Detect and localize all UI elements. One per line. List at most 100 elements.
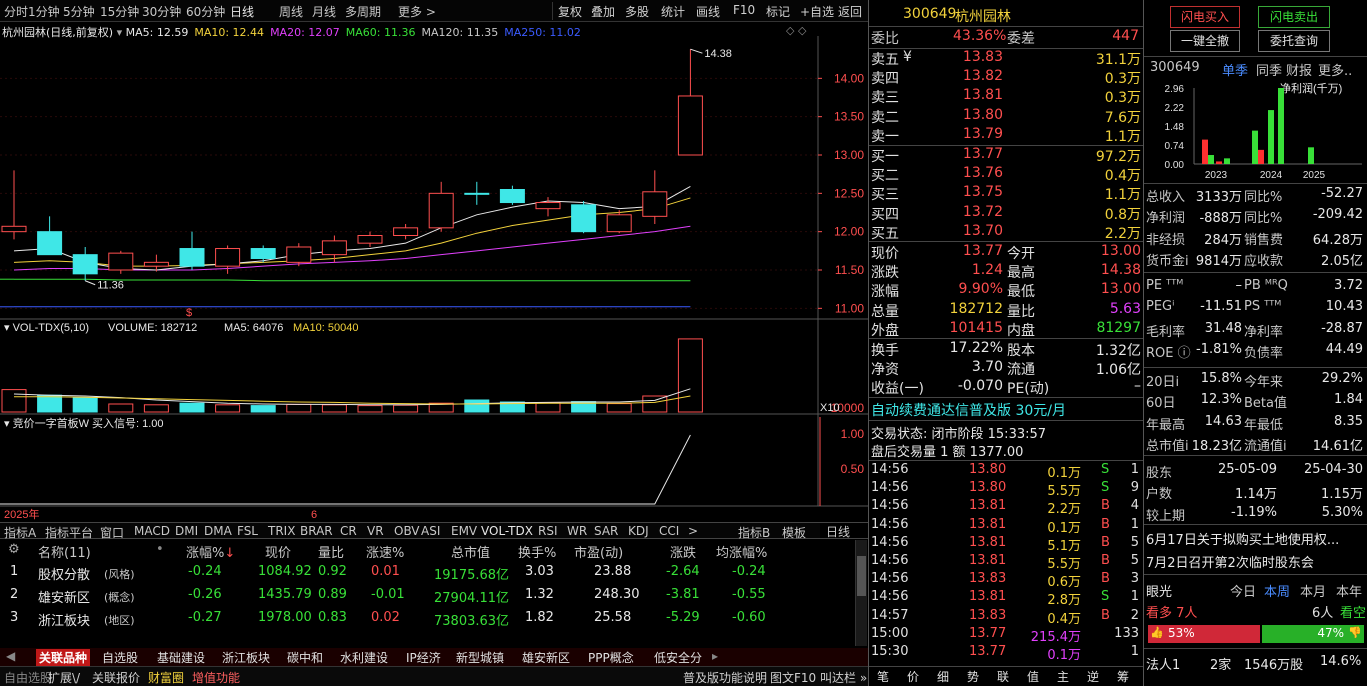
table-row[interactable]: 3 浙江板块 (地区) -0.27 1978.00 0.83 0.02 73803.63亿 1.… bbox=[0, 608, 860, 630]
status-item[interactable]: 关联报价 bbox=[92, 669, 140, 686]
sector-tab[interactable]: 浙江板块 bbox=[222, 649, 270, 666]
indicator-tab[interactable]: > bbox=[688, 524, 698, 538]
quote-tab[interactable]: 值 bbox=[1027, 668, 1039, 685]
indicator-tab[interactable]: 窗口 bbox=[100, 524, 124, 541]
indicator-tab[interactable]: VR bbox=[367, 524, 384, 538]
f10-tab[interactable]: 单季 bbox=[1222, 60, 1248, 79]
indicator-tab[interactable]: 指标平台 bbox=[45, 524, 93, 541]
period-tab[interactable]: 5分钟 bbox=[63, 3, 95, 20]
f10-tab[interactable]: 更多.. bbox=[1318, 60, 1352, 79]
sector-tab[interactable]: IP经济 bbox=[406, 649, 441, 666]
sector-tab[interactable]: 关联品种 bbox=[36, 649, 91, 666]
indicator-tab[interactable]: 指标A bbox=[4, 524, 36, 541]
col-header[interactable]: 涨幅%↓ bbox=[186, 542, 235, 561]
tool-button[interactable]: 统计 bbox=[661, 3, 685, 20]
vision-tab[interactable]: 本月 bbox=[1300, 581, 1326, 600]
indicator-tab[interactable]: FSL bbox=[237, 524, 258, 538]
book-row[interactable]: 买二 13.76 0.4万 bbox=[869, 165, 1143, 184]
book-row[interactable]: 买四 13.72 0.8万 bbox=[869, 204, 1143, 223]
status-item[interactable]: 财富圈 bbox=[148, 669, 184, 686]
book-row[interactable]: 卖五 ¥13.83 31.1万 bbox=[869, 49, 1143, 68]
vision-tab[interactable]: 今日 bbox=[1230, 581, 1256, 600]
quote-tab[interactable]: 筹 bbox=[1117, 668, 1129, 685]
period-tab[interactable]: 分时 bbox=[4, 3, 28, 20]
status-item[interactable]: 图文F10 bbox=[770, 669, 816, 686]
news-item[interactable]: 7月2日召开第2次临时股东会 bbox=[1146, 552, 1314, 571]
quote-tab[interactable]: 联 bbox=[997, 668, 1009, 685]
table-scrollbar[interactable] bbox=[855, 540, 867, 646]
cancel-all-button[interactable]: 一键全撤 bbox=[1170, 30, 1240, 52]
col-header[interactable]: 涨速% bbox=[366, 542, 404, 561]
indicator-tab[interactable]: DMI bbox=[175, 524, 198, 538]
thumb-down-icon[interactable]: 👎 bbox=[1348, 626, 1362, 639]
col-header[interactable]: 量比 bbox=[318, 542, 344, 561]
indicator-tab[interactable]: VOL-TDX bbox=[481, 524, 533, 538]
book-row[interactable]: 买三 13.75 1.1万 bbox=[869, 184, 1143, 203]
sector-tab[interactable]: 碳中和 bbox=[287, 649, 323, 666]
status-item[interactable]: 叫达栏 » bbox=[820, 669, 867, 686]
period-tab[interactable]: 更多 > bbox=[398, 3, 436, 20]
tool-button[interactable]: 返回 bbox=[838, 3, 862, 20]
f10-tab[interactable]: 财报 bbox=[1286, 60, 1312, 79]
sector-tab[interactable]: 自选股 bbox=[102, 649, 138, 666]
col-header[interactable]: 总市值 bbox=[451, 542, 490, 561]
book-row[interactable]: 卖三 13.81 0.3万 bbox=[869, 87, 1143, 106]
status-item[interactable]: 增值功能 bbox=[192, 669, 240, 686]
col-header[interactable]: 现价 bbox=[265, 542, 291, 561]
period-tab[interactable]: 30分钟 bbox=[142, 3, 181, 20]
quote-tab[interactable]: 势 bbox=[967, 668, 979, 685]
book-row[interactable]: 买五 13.70 2.2万 bbox=[869, 223, 1143, 242]
indicator-tab[interactable]: KDJ bbox=[628, 524, 649, 538]
promo-banner[interactable]: 自动续费通达信普及版 30元/月 bbox=[871, 400, 1066, 420]
book-row[interactable]: 买一 13.77 97.2万 bbox=[869, 146, 1143, 165]
indicator-tab[interactable]: ASI bbox=[421, 524, 440, 538]
tool-button[interactable]: 画线 bbox=[696, 3, 720, 20]
col-header[interactable]: 市盈(动) bbox=[574, 542, 623, 561]
period-tab[interactable]: 1分钟 bbox=[28, 3, 60, 20]
f10-tab[interactable]: 同季 bbox=[1256, 60, 1282, 79]
indicator-tab[interactable]: RSI bbox=[538, 524, 558, 538]
tool-button[interactable]: F10 bbox=[733, 3, 755, 17]
thumb-up-icon[interactable]: 👍 bbox=[1150, 626, 1164, 639]
indicator-tab[interactable]: DMA bbox=[204, 524, 232, 538]
period-tab[interactable]: 周线 bbox=[279, 3, 303, 20]
gear-icon[interactable]: ⚙ bbox=[8, 542, 20, 557]
quote-tab[interactable]: 笔 bbox=[877, 668, 889, 685]
order-query-button[interactable]: 委托查询 bbox=[1258, 30, 1330, 52]
sector-tab[interactable]: 新型城镇 bbox=[456, 649, 504, 666]
indicator-tab[interactable]: MACD bbox=[134, 524, 170, 538]
book-row[interactable]: 卖四 13.82 0.3万 bbox=[869, 68, 1143, 87]
scroll-thumb[interactable] bbox=[857, 556, 866, 596]
sector-tab[interactable]: 雄安新区 bbox=[522, 649, 570, 666]
col-header[interactable]: 换手% bbox=[518, 542, 556, 561]
tab-nav-icon[interactable]: ▸ bbox=[712, 649, 718, 663]
sector-tab[interactable]: 低安全分 bbox=[654, 649, 702, 666]
kline-chart[interactable]: 14.00 13.50 13.00 12.50 12.00 11.50 11.00 14.38… bbox=[0, 36, 868, 522]
period-tab-active[interactable]: 日线 bbox=[230, 3, 254, 20]
flash-sell-button[interactable]: 闪电卖出 bbox=[1258, 6, 1330, 28]
period-tab[interactable]: 月线 bbox=[312, 3, 336, 20]
tool-button[interactable]: 标记 bbox=[766, 3, 790, 20]
indicator-tab[interactable]: TRIX bbox=[268, 524, 295, 538]
status-item[interactable]: 普及版功能说明 bbox=[683, 669, 767, 686]
tool-button[interactable]: 叠加 bbox=[591, 3, 615, 20]
flash-buy-button[interactable]: 闪电买入 bbox=[1170, 6, 1240, 28]
status-item[interactable]: 扩展\/ bbox=[48, 669, 80, 686]
tab-nav-icon[interactable]: ◀ bbox=[6, 649, 15, 663]
tool-button[interactable]: +自选 bbox=[800, 3, 834, 20]
period-tab[interactable]: 15分钟 bbox=[100, 3, 139, 20]
indicator-tab[interactable]: EMV bbox=[451, 524, 477, 538]
indicator-tab[interactable]: CR bbox=[340, 524, 357, 538]
indicator-tab[interactable]: BRAR bbox=[300, 524, 333, 538]
col-header[interactable]: 均涨幅% bbox=[716, 542, 767, 561]
book-row[interactable]: 卖二 13.80 7.6万 bbox=[869, 107, 1143, 126]
indicator-tab[interactable]: 模板 bbox=[782, 524, 806, 541]
news-item[interactable]: 6月17日关于拟购买土地使用权... bbox=[1146, 529, 1339, 548]
expand-icon[interactable]: ˅ bbox=[1250, 263, 1256, 276]
indicator-tab[interactable]: OBV bbox=[394, 524, 420, 538]
vision-tab[interactable]: 本周 bbox=[1264, 581, 1290, 600]
indicator-tab[interactable]: WR bbox=[567, 524, 587, 538]
sector-tab[interactable]: PPP概念 bbox=[588, 649, 634, 666]
vision-tab[interactable]: 本年 bbox=[1336, 581, 1362, 600]
sector-tab[interactable]: 水利建设 bbox=[340, 649, 388, 666]
